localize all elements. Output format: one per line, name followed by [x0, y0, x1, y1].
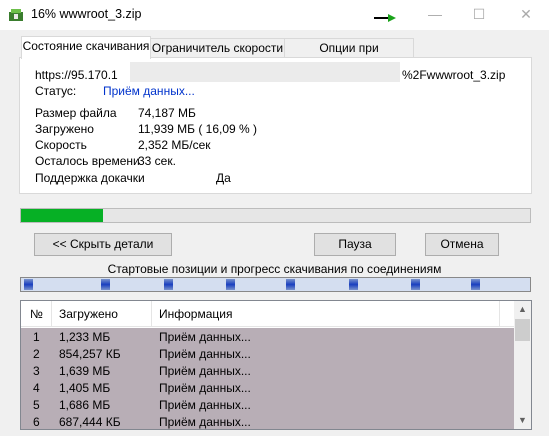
table-row[interactable]: 3 1,639 МБ Приём данных...: [21, 362, 515, 379]
row-number: 2: [33, 347, 40, 361]
column-header-info[interactable]: Информация: [159, 307, 232, 321]
column-header-downloaded[interactable]: Загружено: [59, 307, 118, 321]
connections-progress-bar: [20, 277, 531, 292]
table-row[interactable]: 4 1,405 МБ Приём данных...: [21, 379, 515, 396]
connections-list[interactable]: № Загружено Информация 1 1,233 МБ Приём …: [20, 300, 532, 430]
minimize-button[interactable]: —: [412, 0, 458, 30]
status-value: Приём данных...: [103, 84, 195, 98]
table-row[interactable]: 2 854,257 КБ Приём данных...: [21, 345, 515, 362]
file-size-label: Размер файла: [35, 106, 117, 120]
connection-segment: [164, 279, 173, 290]
title-bar: 16% wwwroot_3.zip — ☐ ✕: [0, 0, 549, 30]
connection-segment: [286, 279, 295, 290]
cancel-button[interactable]: Отмена: [425, 233, 499, 256]
speed-label: Скорость: [35, 138, 87, 152]
downloaded-label: Загружено: [35, 122, 94, 136]
table-row[interactable]: 6 687,444 КБ Приём данных...: [21, 413, 515, 429]
connection-segment: [471, 279, 480, 290]
scroll-thumb[interactable]: [515, 319, 530, 341]
url-start: https://95.170.1: [35, 68, 118, 82]
connection-segment: [226, 279, 235, 290]
row-downloaded: 854,257 КБ: [59, 347, 121, 361]
row-number: 1: [33, 330, 40, 344]
list-header: № Загружено Информация: [21, 301, 515, 327]
column-header-number[interactable]: №: [30, 307, 43, 321]
file-size-value: 74,187 МБ: [138, 106, 196, 120]
url-redacted: [130, 62, 400, 82]
arrow-icon: [374, 14, 396, 22]
scroll-down-icon[interactable]: ▼: [514, 412, 531, 429]
row-info: Приём данных...: [159, 398, 251, 412]
row-number: 5: [33, 398, 40, 412]
row-number: 3: [33, 364, 40, 378]
resume-label: Поддержка докачки: [35, 171, 145, 185]
row-info: Приём данных...: [159, 330, 251, 344]
row-downloaded: 1,405 МБ: [59, 381, 111, 395]
progress-fill: [21, 209, 103, 222]
remaining-value: 33 сек.: [138, 154, 176, 168]
url-end: %2Fwwwroot_3.zip: [402, 68, 506, 82]
row-downloaded: 687,444 КБ: [59, 415, 121, 429]
row-number: 6: [33, 415, 40, 429]
row-info: Приём данных...: [159, 415, 251, 429]
connection-segment: [24, 279, 33, 290]
maximize-button[interactable]: ☐: [456, 0, 502, 30]
row-info: Приём данных...: [159, 381, 251, 395]
row-downloaded: 1,686 МБ: [59, 398, 111, 412]
row-number: 4: [33, 381, 40, 395]
connection-segment: [349, 279, 358, 290]
status-label: Статус:: [35, 84, 77, 98]
close-button[interactable]: ✕: [503, 0, 549, 30]
window-title: 16% wwwroot_3.zip: [31, 7, 142, 21]
row-downloaded: 1,639 МБ: [59, 364, 111, 378]
tab-download-status[interactable]: Состояние скачивания: [21, 36, 151, 59]
speed-value: 2,352 МБ/сек: [138, 138, 211, 152]
table-row[interactable]: 1 1,233 МБ Приём данных...: [21, 328, 515, 345]
downloaded-value: 11,939 МБ ( 16,09 % ): [138, 122, 258, 136]
download-progress-bar: [20, 208, 531, 223]
row-info: Приём данных...: [159, 347, 251, 361]
vertical-scrollbar[interactable]: ▲ ▼: [514, 301, 531, 429]
pause-button[interactable]: Пауза: [314, 233, 396, 256]
connection-segment: [411, 279, 420, 290]
scroll-up-icon[interactable]: ▲: [514, 301, 531, 318]
download-app-icon: [9, 9, 23, 21]
row-downloaded: 1,233 МБ: [59, 330, 111, 344]
tab-completion-options[interactable]: Опции при завершении: [284, 38, 414, 73]
tab-speed-limiter[interactable]: Ограничитель скорости: [150, 38, 285, 58]
resume-value: Да: [216, 171, 231, 185]
remaining-label: Осталось времени: [35, 154, 140, 168]
hide-details-button[interactable]: << Скрыть детали: [34, 233, 172, 256]
connections-caption: Стартовые позиции и прогресс скачивания …: [107, 262, 442, 276]
connection-segment: [101, 279, 110, 290]
table-row[interactable]: 5 1,686 МБ Приём данных...: [21, 396, 515, 413]
row-info: Приём данных...: [159, 364, 251, 378]
